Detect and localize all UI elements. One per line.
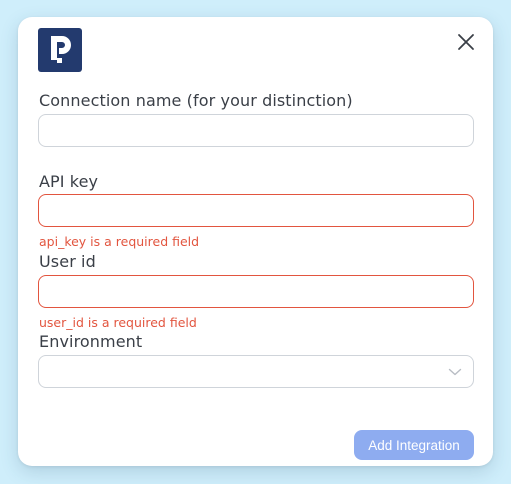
parking-p-logo (38, 28, 82, 72)
environment-label: Environment (39, 332, 143, 351)
close-icon[interactable] (455, 31, 477, 53)
api-key-label: API key (39, 172, 99, 191)
api-key-input[interactable] (38, 194, 474, 227)
user-id-input[interactable] (38, 275, 474, 308)
add-integration-button[interactable]: Add Integration (354, 430, 474, 460)
user-id-error: user_id is a required field (39, 315, 197, 330)
api-key-error: api_key is a required field (39, 234, 200, 249)
connection-name-label: Connection name (for your distinction) (39, 91, 353, 110)
add-integration-dialog: Connection name (for your distinction) A… (18, 17, 493, 466)
environment-select[interactable] (38, 355, 474, 388)
connection-name-input[interactable] (38, 114, 474, 147)
user-id-label: User id (39, 252, 96, 271)
chevron-down-icon (448, 368, 462, 376)
